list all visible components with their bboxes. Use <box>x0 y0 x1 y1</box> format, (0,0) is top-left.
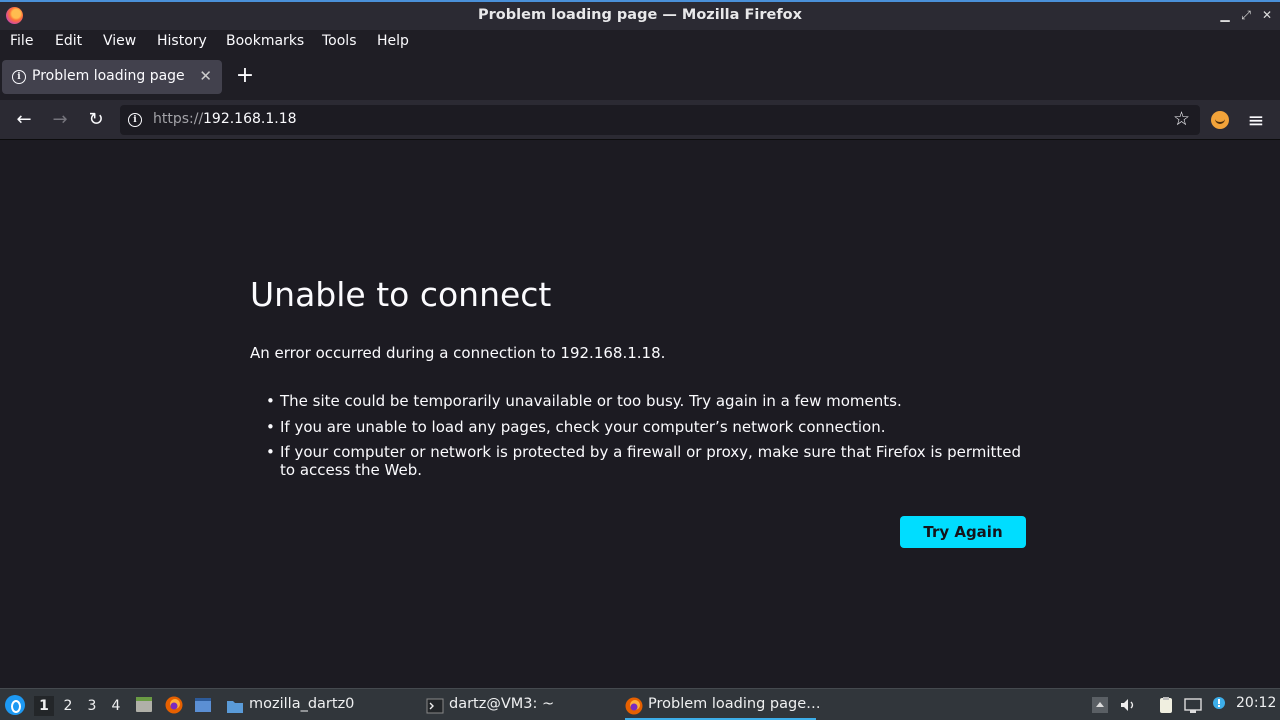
navigation-toolbar: ← → ↻ i https:// 192.168.1.18 ☆ ≡ <box>0 100 1280 140</box>
firefox-launcher-icon[interactable] <box>165 696 183 714</box>
menu-help[interactable]: Help <box>377 33 409 49</box>
url-host: 192.168.1.18 <box>203 111 297 127</box>
extension-icon[interactable] <box>1211 111 1229 129</box>
list-item: If your computer or network is protected… <box>262 443 1032 479</box>
workspace-1[interactable]: 1 <box>34 696 54 716</box>
list-item: If you are unable to load any pages, che… <box>262 418 1032 436</box>
task-label: dartz@VM3: ~ <box>449 696 555 712</box>
bookmark-star-icon[interactable]: ☆ <box>1173 108 1190 130</box>
workspace-2[interactable]: 2 <box>58 696 78 716</box>
firefox-icon <box>625 696 643 715</box>
tab-problem-loading-page[interactable]: i Problem loading page ✕ <box>2 60 222 94</box>
notification-icon[interactable] <box>1210 696 1228 714</box>
menu-view[interactable]: View <box>103 33 136 49</box>
reload-button[interactable]: ↻ <box>84 108 108 132</box>
back-button[interactable]: ← <box>12 108 36 132</box>
menu-file[interactable]: File <box>10 33 33 49</box>
error-description: An error occurred during a connection to… <box>250 344 666 362</box>
info-icon: i <box>12 70 26 84</box>
network-icon[interactable] <box>1184 696 1202 714</box>
url-scheme: https:// <box>153 111 204 127</box>
new-tab-button[interactable]: + <box>234 64 256 88</box>
start-menu-icon[interactable] <box>5 695 25 715</box>
file-manager-launcher-icon[interactable] <box>135 696 153 714</box>
tab-close-icon[interactable]: ✕ <box>199 67 212 85</box>
tab-bar: i Problem loading page ✕ + <box>0 54 1280 100</box>
window-titlebar: Problem loading page — Mozilla Firefox ▁… <box>0 0 1280 30</box>
minimize-button[interactable]: ▁ <box>1216 6 1234 24</box>
menu-bar: File Edit View History Bookmarks Tools H… <box>0 30 1280 54</box>
task-terminal[interactable]: dartz@VM3: ~ <box>426 689 606 720</box>
list-item: The site could be temporarily unavailabl… <box>262 392 1032 410</box>
maximize-button[interactable]: ⤢ <box>1237 6 1255 24</box>
volume-icon[interactable] <box>1119 696 1137 714</box>
tab-label: Problem loading page <box>32 68 185 84</box>
clipboard-icon[interactable] <box>1157 696 1175 714</box>
task-firefox[interactable]: Problem loading page… <box>625 689 821 720</box>
workspace-4[interactable]: 4 <box>106 696 126 716</box>
desktop-launcher-icon[interactable] <box>194 696 212 714</box>
url-bar[interactable]: i https:// 192.168.1.18 ☆ <box>120 105 1200 135</box>
menu-history[interactable]: History <box>157 33 207 49</box>
menu-bookmarks[interactable]: Bookmarks <box>226 33 304 49</box>
task-label: mozilla_dartz0 <box>249 696 355 712</box>
menu-edit[interactable]: Edit <box>55 33 82 49</box>
forward-button[interactable]: → <box>48 108 72 132</box>
try-again-button[interactable]: Try Again <box>900 516 1026 548</box>
clock[interactable]: 20:12 <box>1236 695 1276 711</box>
window-title: Problem loading page — Mozilla Firefox <box>478 7 802 23</box>
error-title: Unable to connect <box>250 275 552 314</box>
hamburger-menu-icon[interactable]: ≡ <box>1246 109 1266 131</box>
taskbar: 1 2 3 4 mozilla_dartz0 dartz@VM3: ~ Prob… <box>0 688 1280 720</box>
site-info-icon[interactable]: i <box>128 113 142 127</box>
close-window-button[interactable]: ✕ <box>1258 6 1276 24</box>
task-file-manager[interactable]: mozilla_dartz0 <box>226 689 406 720</box>
page-content: Unable to connect An error occurred duri… <box>0 141 1280 688</box>
tray-arrow-icon[interactable] <box>1091 696 1109 714</box>
folder-icon <box>226 696 244 714</box>
terminal-icon <box>426 696 444 714</box>
error-suggestions-list: The site could be temporarily unavailabl… <box>262 392 1032 487</box>
workspace-3[interactable]: 3 <box>82 696 102 716</box>
task-label: Problem loading page… <box>648 696 821 712</box>
menu-tools[interactable]: Tools <box>322 33 357 49</box>
